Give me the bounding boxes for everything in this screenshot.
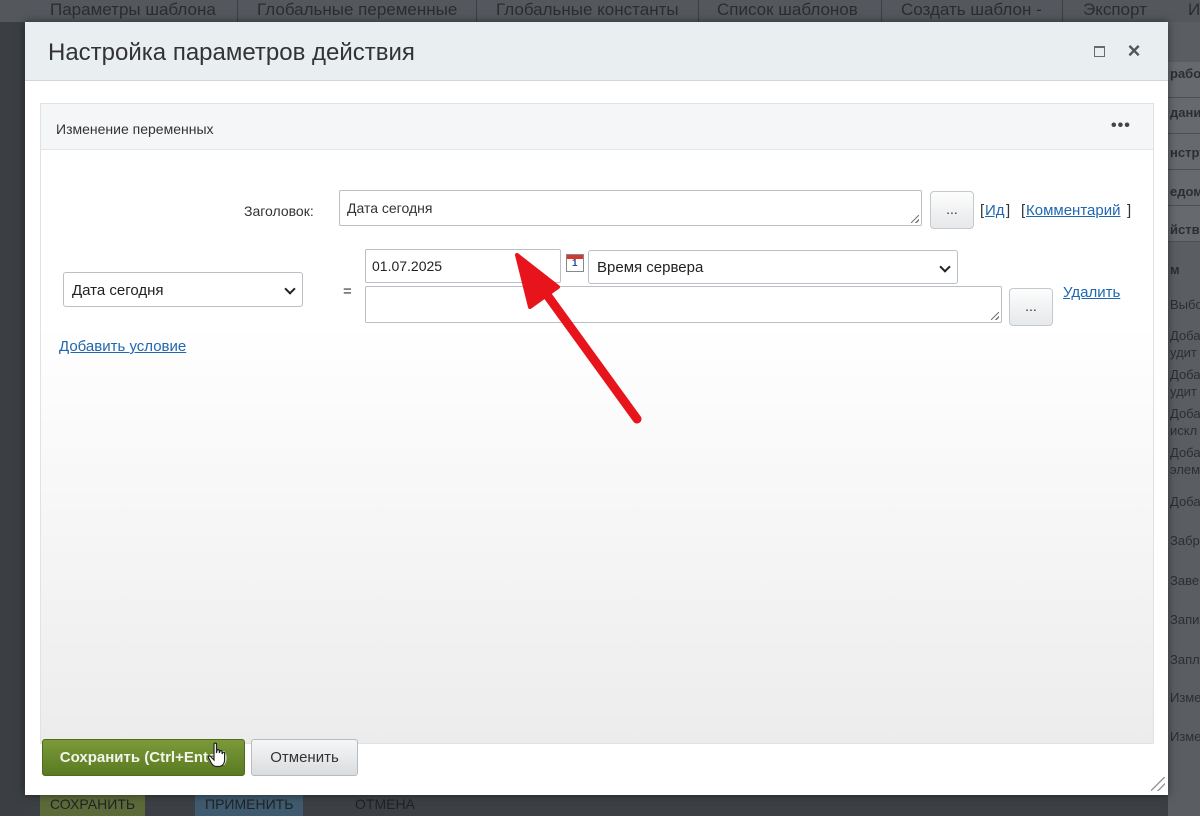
panel-header: Изменение переменных ••• — [41, 104, 1153, 150]
bg-right-item[interactable]: удит — [1170, 344, 1197, 361]
bg-tab-separator — [237, 0, 238, 22]
bg-right-item[interactable]: Измен — [1170, 689, 1200, 706]
title-field[interactable]: Дата сегодня — [339, 190, 922, 226]
bg-tab-template-list[interactable]: Список шаблонов — [717, 0, 858, 22]
chevron-down-icon — [939, 261, 951, 273]
bg-right-item[interactable]: Выбор — [1170, 296, 1200, 313]
background-left-strip — [0, 22, 24, 816]
timezone-select[interactable]: Время сервера — [588, 250, 958, 284]
timezone-select-value: Время сервера — [597, 259, 704, 276]
bg-right-item[interactable]: Завер — [1170, 572, 1200, 589]
hand-cursor-icon — [207, 742, 226, 768]
date-input-value: 01.07.2025 — [372, 258, 443, 274]
bg-right-item[interactable]: Запла — [1170, 651, 1200, 668]
cancel-button[interactable]: Отменить — [251, 739, 358, 776]
bg-right-item[interactable]: элеме — [1170, 461, 1200, 478]
title-label: Заголовок: — [244, 203, 314, 219]
bg-tab-global-constants[interactable]: Глобальные константы — [496, 0, 679, 22]
bg-tab-export[interactable]: Экспорт — [1083, 0, 1147, 22]
bg-tab-global-variables[interactable]: Глобальные переменные — [257, 0, 457, 22]
date-input[interactable]: 01.07.2025 — [365, 249, 561, 283]
chevron-down-icon — [284, 283, 296, 295]
more-options-icon[interactable]: ••• — [1111, 117, 1131, 135]
expression-more-button[interactable]: ... — [1009, 288, 1053, 326]
bracket: [ — [980, 202, 985, 219]
close-icon[interactable]: × — [1123, 40, 1145, 62]
bg-right-item[interactable]: Добав — [1170, 405, 1200, 422]
bg-tab-separator — [476, 0, 477, 22]
maximize-icon[interactable] — [1094, 46, 1105, 57]
bracket: [ — [1021, 202, 1026, 219]
dialog-resize-handle[interactable] — [1151, 777, 1165, 791]
bg-right-item[interactable]: Добав — [1170, 327, 1200, 344]
bg-right-item[interactable]: Добав — [1170, 366, 1200, 383]
bracket: ] — [1127, 202, 1132, 219]
variable-select-value: Дата сегодня — [72, 282, 164, 299]
bg-right-item[interactable]: удит — [1170, 383, 1197, 400]
bg-cancel-button[interactable]: ОТМЕНА — [345, 795, 425, 816]
title-more-button[interactable]: ... — [930, 191, 974, 229]
bg-right-item: нстру — [1170, 145, 1200, 160]
bg-right-item: йстви — [1170, 222, 1200, 237]
comment-link[interactable]: Комментарий — [1026, 202, 1120, 219]
expression-field[interactable] — [365, 286, 1002, 323]
bracket: ] — [1006, 202, 1011, 219]
bg-right-item[interactable]: Добав — [1170, 493, 1200, 510]
variable-select[interactable]: Дата сегодня — [63, 272, 303, 307]
calendar-icon[interactable]: 1 — [566, 254, 584, 272]
bg-save-button[interactable]: СОХРАНИТЬ — [40, 795, 146, 816]
equals-sign: = — [343, 283, 352, 300]
calendar-day: 1 — [572, 258, 578, 269]
title-field-value: Дата сегодня — [347, 200, 433, 216]
bg-right-item[interactable]: Забро — [1170, 532, 1200, 549]
bg-right-item[interactable]: Добав — [1170, 444, 1200, 461]
dialog-title: Настройка параметров действия — [48, 39, 415, 66]
id-link[interactable]: Ид — [985, 202, 1005, 219]
bg-right-item: м — [1170, 262, 1180, 277]
action-settings-dialog: Настройка параметров действия × Изменени… — [25, 22, 1168, 795]
dialog-header: Настройка параметров действия × — [25, 22, 1168, 81]
resize-grip-icon[interactable] — [991, 312, 999, 320]
bg-tab-separator — [881, 0, 882, 22]
add-condition-link[interactable]: Добавить условие — [59, 338, 186, 355]
bg-tab-template-params[interactable]: Параметры шаблона — [50, 0, 216, 22]
bg-tab-separator — [1062, 0, 1063, 22]
bg-tab-separator — [698, 0, 699, 22]
bg-apply-button[interactable]: ПРИМЕНИТЬ — [195, 795, 304, 816]
bg-tab-cut[interactable]: И — [1188, 0, 1200, 22]
bg-right-item: едом — [1170, 184, 1200, 199]
bg-right-item[interactable]: Запис — [1170, 611, 1200, 628]
bg-right-item: дания — [1170, 105, 1200, 120]
panel-title: Изменение переменных — [56, 121, 214, 137]
delete-link[interactable]: Удалить — [1063, 284, 1120, 301]
bg-right-item[interactable]: Измен — [1170, 728, 1200, 745]
bg-tab-create-template[interactable]: Создать шаблон - — [901, 0, 1042, 22]
bg-right-item: рабо — [1170, 66, 1200, 81]
bg-right-item[interactable]: искл — [1170, 422, 1197, 439]
resize-grip-icon[interactable] — [911, 215, 919, 223]
